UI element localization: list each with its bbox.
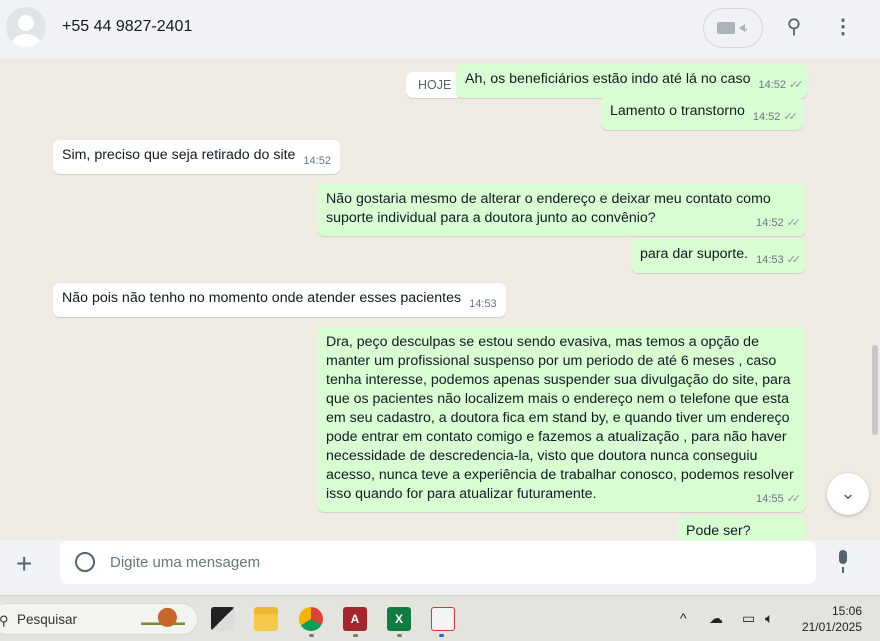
menu-icon[interactable]: ⋮ bbox=[830, 14, 856, 40]
double-check-icon: ✓✓ bbox=[786, 217, 802, 229]
network-icon[interactable]: ▭ bbox=[742, 610, 755, 627]
message-bubble[interactable]: Pode ser? bbox=[677, 516, 806, 540]
double-check-icon: ✓✓ bbox=[786, 254, 802, 266]
microphone-icon[interactable] bbox=[836, 550, 850, 574]
message-bubble[interactable]: Lamento o transtorno 14:52 ✓✓ bbox=[601, 96, 803, 130]
date-divider: HOJE bbox=[406, 72, 464, 98]
composer: + Digite uma mensagem bbox=[0, 540, 880, 595]
cloud-offline-icon[interactable]: ☁ bbox=[709, 610, 723, 627]
message-bubble[interactable]: Dra, peço desculpas se estou sendo evasi… bbox=[317, 327, 806, 512]
clock-time: 15:06 bbox=[831, 604, 862, 618]
emoji-sticker-icon[interactable] bbox=[75, 552, 95, 572]
message-input[interactable]: Digite uma mensagem bbox=[60, 541, 816, 584]
chat-header: +55 44 9827-2401 ⌄ ⚲ ⋮ bbox=[0, 0, 880, 58]
contact-name[interactable]: +55 44 9827-2401 bbox=[62, 18, 192, 36]
double-check-icon: ✓✓ bbox=[789, 79, 804, 91]
double-check-icon: ✓✓ bbox=[786, 493, 802, 505]
message-time: 14:53 bbox=[469, 298, 497, 310]
avatar[interactable] bbox=[6, 7, 46, 47]
show-hidden-icons-icon[interactable]: ^ bbox=[680, 610, 687, 626]
message-bubble[interactable]: Ah, os beneficiários estão indo até lá n… bbox=[456, 64, 809, 98]
message-text: Não pois não tenho no momento onde atend… bbox=[62, 290, 462, 306]
scrollbar[interactable] bbox=[872, 345, 878, 435]
access-icon[interactable]: A bbox=[343, 607, 367, 631]
excel-icon[interactable]: X bbox=[387, 607, 411, 631]
message-time: 14:55 ✓✓ bbox=[756, 493, 802, 505]
message-time: 14:53 ✓✓ bbox=[756, 254, 802, 266]
volume-icon[interactable]: 🔈︎ bbox=[765, 610, 773, 627]
clock-date: 21/01/2025 bbox=[801, 620, 862, 634]
message-text: Sim, preciso que seja retirado do site bbox=[62, 147, 296, 163]
message-text: Lamento o transtorno bbox=[610, 103, 745, 119]
message-time: 14:52 ✓✓ bbox=[752, 111, 798, 123]
task-view-icon[interactable] bbox=[211, 607, 235, 631]
windows-taskbar: ⚲ Pesquisar A X ^ ☁ ▭ 🔈︎ 15:06 21/01/2025 bbox=[0, 595, 880, 641]
message-time: 14:52 bbox=[303, 155, 331, 167]
message-text: Não gostaria mesmo de alterar o endereço… bbox=[326, 191, 771, 226]
message-placeholder: Digite uma mensagem bbox=[110, 554, 261, 571]
video-call-button[interactable]: ⌄ bbox=[703, 8, 763, 48]
message-text: Pode ser? bbox=[686, 523, 751, 539]
double-check-icon: ✓✓ bbox=[783, 111, 798, 123]
message-bubble[interactable]: Não gostaria mesmo de alterar o endereço… bbox=[317, 184, 806, 236]
search-icon[interactable]: ⚲ bbox=[781, 14, 807, 40]
message-text: Dra, peço desculpas se estou sendo evasi… bbox=[326, 334, 794, 502]
message-bubble[interactable]: Sim, preciso que seja retirado do site 14… bbox=[53, 140, 340, 174]
snipping-tool-icon[interactable] bbox=[431, 607, 455, 631]
search-icon: ⚲ bbox=[0, 613, 9, 628]
search-label: Pesquisar bbox=[17, 612, 78, 627]
message-time: 14:52 ✓✓ bbox=[758, 79, 804, 91]
chrome-icon[interactable] bbox=[299, 607, 323, 631]
clock[interactable]: 15:06 21/01/2025 bbox=[802, 603, 862, 635]
message-list: HOJE Ah, os beneficiários estão indo até… bbox=[0, 58, 880, 540]
scroll-to-bottom-button[interactable]: ⌄ bbox=[827, 473, 869, 515]
message-bubble[interactable]: para dar suporte. 14:53 ✓✓ bbox=[631, 239, 807, 273]
message-text: Ah, os beneficiários estão indo até lá n… bbox=[465, 71, 751, 87]
message-time: 14:52 ✓✓ bbox=[756, 217, 802, 229]
video-camera-icon bbox=[716, 22, 745, 34]
search-highlight-squirrel-icon bbox=[141, 607, 185, 633]
taskbar-search[interactable]: ⚲ Pesquisar bbox=[0, 603, 198, 635]
file-explorer-icon[interactable] bbox=[254, 607, 278, 631]
message-text: para dar suporte. bbox=[640, 246, 749, 262]
attach-plus-icon[interactable]: + bbox=[16, 548, 32, 580]
message-bubble[interactable]: Não pois não tenho no momento onde atend… bbox=[53, 283, 506, 317]
